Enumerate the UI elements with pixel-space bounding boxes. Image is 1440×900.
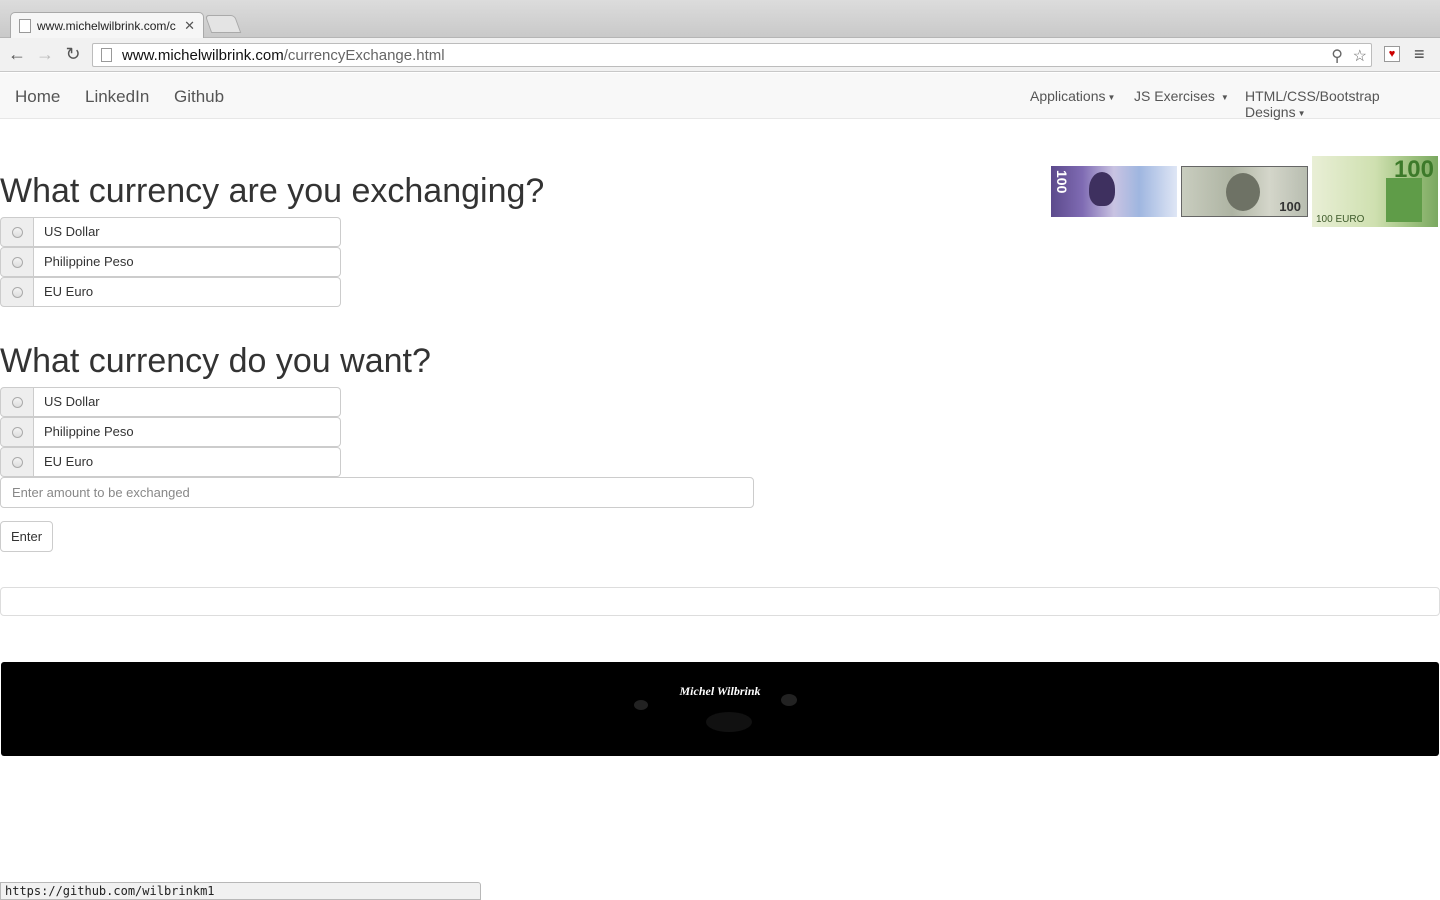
option-label: US Dollar bbox=[34, 387, 341, 417]
nav-home[interactable]: Home bbox=[15, 87, 60, 107]
radio-button[interactable] bbox=[0, 217, 34, 247]
decorative-shape bbox=[781, 694, 797, 706]
dollar-banknote-image: 100 bbox=[1181, 166, 1308, 217]
tab-title: www.michelwilbrink.com/c bbox=[37, 18, 176, 33]
euro-note-corner: 100 EURO bbox=[1316, 214, 1365, 225]
to-option-usd[interactable]: US Dollar bbox=[0, 387, 341, 417]
radio-icon bbox=[11, 226, 23, 238]
page-icon bbox=[101, 48, 112, 62]
enter-button[interactable]: Enter bbox=[0, 521, 53, 552]
from-currency-group: US Dollar Philippine Peso EU Euro bbox=[0, 217, 341, 307]
radio-icon bbox=[11, 256, 23, 268]
extension-icon[interactable]: ♥ bbox=[1384, 46, 1400, 62]
new-tab-button[interactable] bbox=[204, 15, 242, 33]
radio-icon bbox=[11, 456, 23, 468]
url-host: www.michelwilbrink.com bbox=[122, 46, 284, 64]
browser-toolbar: ← → ↻ www.michelwilbrink.com/currencyExc… bbox=[0, 38, 1440, 72]
option-label: Philippine Peso bbox=[34, 417, 341, 447]
nav-js-exercises-dropdown[interactable]: JS Exercises ▼ bbox=[1134, 88, 1229, 104]
nav-github[interactable]: Github bbox=[174, 87, 224, 107]
option-label: EU Euro bbox=[34, 447, 341, 477]
from-option-php[interactable]: Philippine Peso bbox=[0, 247, 341, 277]
address-bar[interactable]: www.michelwilbrink.com/currencyExchange.… bbox=[92, 43, 1372, 67]
reload-icon[interactable]: ↻ bbox=[62, 44, 84, 65]
from-option-usd[interactable]: US Dollar bbox=[0, 217, 341, 247]
euro-banknote-image: 100 100 EURO bbox=[1312, 156, 1438, 227]
site-navbar: Home LinkedIn Github Applications ▼ JS Ex… bbox=[0, 73, 1440, 120]
page-icon bbox=[19, 18, 31, 33]
radio-icon bbox=[11, 286, 23, 298]
radio-icon bbox=[11, 426, 23, 438]
radio-button[interactable] bbox=[0, 247, 34, 277]
option-label: Philippine Peso bbox=[34, 247, 341, 277]
to-currency-group: US Dollar Philippine Peso EU Euro bbox=[0, 387, 341, 477]
result-output bbox=[0, 587, 1440, 616]
url-path: /currencyExchange.html bbox=[283, 46, 445, 64]
footer-signature: Michel Wilbrink bbox=[679, 684, 761, 698]
nav-js-exercises-label: JS Exercises bbox=[1134, 88, 1215, 104]
caret-down-icon: ▼ bbox=[1220, 92, 1229, 102]
portrait bbox=[1089, 172, 1115, 206]
close-tab-icon[interactable]: ✕ bbox=[184, 18, 195, 34]
option-label: US Dollar bbox=[34, 217, 341, 247]
footer-banner: Michel Wilbrink bbox=[1, 662, 1439, 756]
euro-gate-motif bbox=[1386, 178, 1422, 222]
nav-designs-label: HTML/CSS/Bootstrap Designs bbox=[1245, 88, 1380, 120]
from-heading: What currency are you exchanging? bbox=[0, 172, 545, 210]
radio-button[interactable] bbox=[0, 277, 34, 307]
back-arrow-icon[interactable]: ← bbox=[6, 44, 28, 65]
amount-input[interactable] bbox=[0, 477, 754, 508]
from-option-eur[interactable]: EU Euro bbox=[0, 277, 341, 307]
nav-applications-label: Applications bbox=[1030, 88, 1106, 104]
peso-note-value: 100 bbox=[1054, 170, 1070, 194]
decorative-shape bbox=[634, 700, 648, 710]
caret-down-icon: ▼ bbox=[1297, 108, 1306, 118]
menu-icon[interactable]: ≡ bbox=[1414, 44, 1425, 65]
to-heading: What currency do you want? bbox=[0, 342, 431, 380]
radio-button[interactable] bbox=[0, 417, 34, 447]
browser-tab[interactable]: www.michelwilbrink.com/c ✕ bbox=[10, 12, 204, 38]
decorative-shape bbox=[706, 712, 752, 732]
radio-button[interactable] bbox=[0, 447, 34, 477]
search-icon[interactable]: ⚲ bbox=[1331, 46, 1343, 66]
radio-button[interactable] bbox=[0, 387, 34, 417]
browser-tab-bar: www.michelwilbrink.com/c ✕ bbox=[0, 0, 1440, 38]
bookmark-star-icon[interactable]: ☆ bbox=[1353, 46, 1367, 66]
nav-linkedin[interactable]: LinkedIn bbox=[85, 87, 149, 107]
radio-icon bbox=[11, 396, 23, 408]
peso-banknote-image: 100 bbox=[1051, 166, 1177, 217]
forward-arrow-icon[interactable]: → bbox=[34, 44, 56, 65]
option-label: EU Euro bbox=[34, 277, 341, 307]
browser-status-bar: https://github.com/wilbrinkm1 bbox=[0, 882, 481, 900]
portrait bbox=[1226, 173, 1260, 211]
to-option-php[interactable]: Philippine Peso bbox=[0, 417, 341, 447]
to-option-eur[interactable]: EU Euro bbox=[0, 447, 341, 477]
dollar-note-value: 100 bbox=[1279, 199, 1301, 214]
nav-designs-dropdown[interactable]: HTML/CSS/Bootstrap Designs ▼ bbox=[1245, 88, 1440, 120]
caret-down-icon: ▼ bbox=[1107, 92, 1116, 102]
nav-applications-dropdown[interactable]: Applications ▼ bbox=[1030, 88, 1115, 104]
